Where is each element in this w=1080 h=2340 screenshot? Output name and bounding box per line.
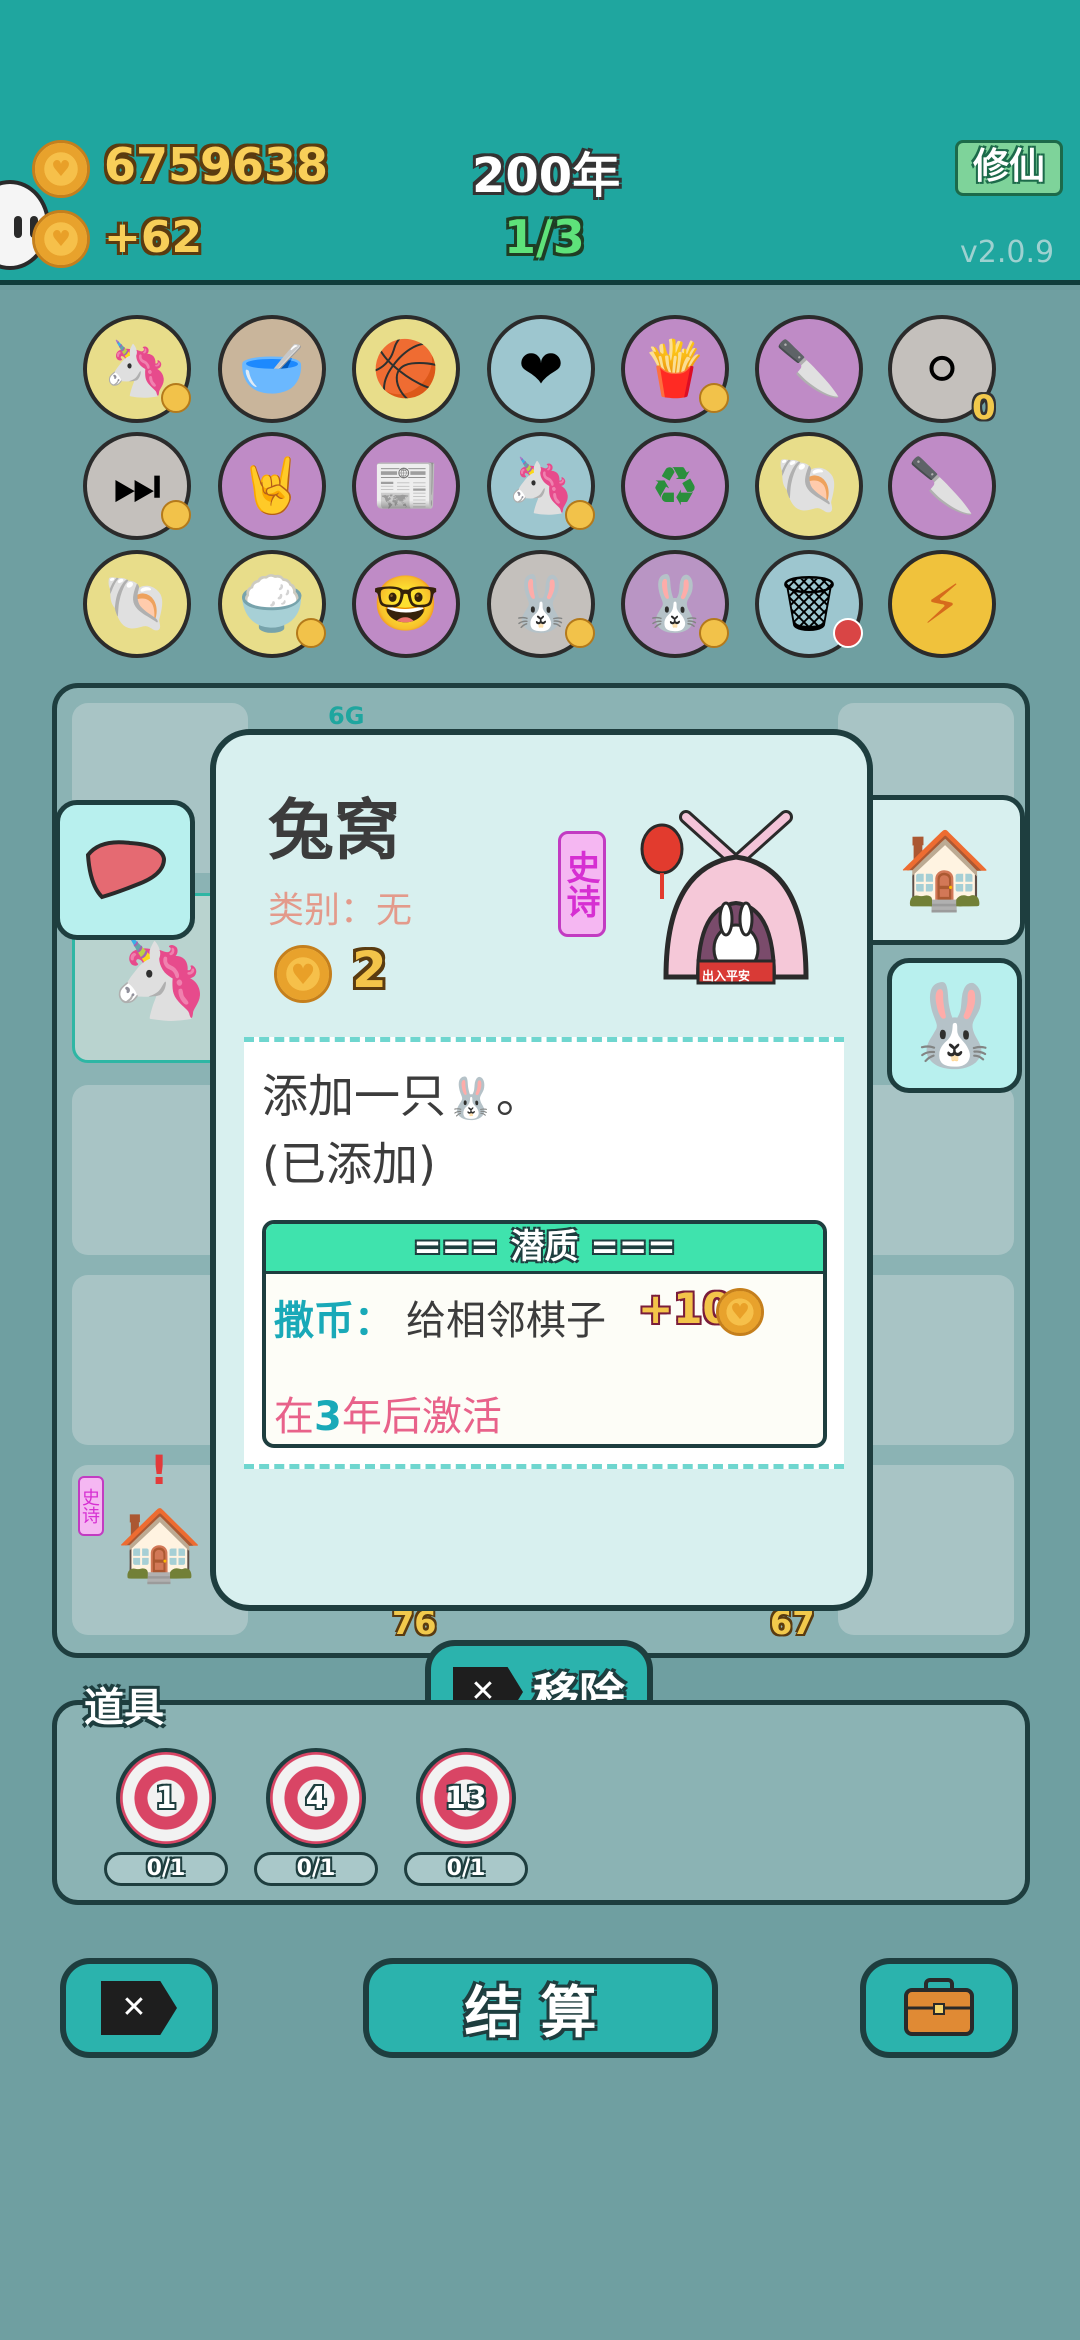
bunny-house-card[interactable]: 🏠 (870, 795, 1025, 945)
discard-button[interactable]: ✕ (60, 1958, 218, 2058)
item-description: 添加一只🐰。 (已添加) === 潜质 === 撒币： 给相邻棋子 +10 ♥ … (244, 1037, 844, 1469)
rock-hand-icon[interactable]: 🤘 (218, 432, 326, 540)
description-text: 添加一只 (262, 1069, 446, 1123)
cleaver-icon-2[interactable]: 🔪 (888, 432, 996, 540)
unicorn-icon[interactable]: 🦄 (83, 315, 191, 423)
props-title: 道具 (84, 1685, 164, 1731)
rarity-tag: 史诗 (558, 831, 606, 937)
description-period: 。 (495, 1069, 542, 1123)
shell-icon-2[interactable]: 🐚 (83, 550, 191, 658)
activation-years: 3 (314, 1394, 342, 1440)
bunny-house-illustration (640, 810, 809, 985)
board-epic-tag: 史诗 (78, 1476, 104, 1536)
item-cost: 2 (352, 941, 387, 999)
trait-description: 给相邻棋子 (406, 1298, 606, 1344)
settle-button[interactable]: 结算 (363, 1958, 718, 2058)
twin-unicorns-icon[interactable]: 🦄 (487, 432, 595, 540)
lightning-icon[interactable]: ⚡ (888, 550, 996, 658)
trash-bag-icon[interactable]: 🗑 (755, 550, 863, 658)
prop-count: 0/1 (104, 1852, 228, 1886)
description-line-1: 添加一只🐰。 (262, 1060, 542, 1126)
trait-name: 撒币： (274, 1298, 394, 1344)
coin-total: 6759638 (104, 138, 329, 192)
basketballs-icon[interactable]: 🏀 (352, 315, 460, 423)
potential-panel: === 潜质 === 撒币： 给相邻棋子 +10 ♥ 在3年后激活 (262, 1220, 827, 1448)
math-geek-icon[interactable]: 🤓 (352, 550, 460, 658)
activation-suffix: 年后激活 (341, 1394, 502, 1440)
prop-count: 0/1 (254, 1852, 378, 1886)
bunny-icon: 🐰 (904, 978, 1005, 1072)
time-magazine-icon[interactable]: 📰 (352, 432, 460, 540)
fries-icon[interactable]: 🍟 (621, 315, 729, 423)
bunny-house-icon[interactable]: 🏠 (110, 1490, 210, 1600)
prop-target-icon[interactable]: 13 (416, 1748, 516, 1848)
prop-count: 0/1 (404, 1852, 528, 1886)
settle-label: 结算 (464, 1980, 617, 2046)
coin-icon: ♥ (274, 945, 332, 1003)
income-value: +62 (104, 212, 203, 263)
version-label: v2.0.9 (960, 235, 1055, 270)
coin-icon: ♥ (32, 140, 90, 198)
rice-bowl-icon[interactable]: 🍚 (218, 550, 326, 658)
close-icon: ✕ (101, 1981, 177, 2035)
item-detail-modal: 兔窝 类别：无 ♥ 2 史诗 出入平安 添加一只🐰。 (已添加) === 潜质 … (210, 729, 873, 1611)
recycle-icon[interactable]: ♻ (621, 432, 729, 540)
xiuxian-button[interactable]: 修仙 (955, 140, 1063, 196)
briefcase-icon (904, 1978, 974, 2036)
prop-target-icon[interactable]: 4 (266, 1748, 366, 1848)
bunny-card[interactable]: 🐰 (887, 958, 1022, 1093)
year-counter: 200年 (472, 148, 621, 204)
bunny-house-icon: 🏠 (897, 825, 993, 914)
lantern-banner-text: 出入平安 (702, 969, 751, 983)
egg-tray-count: 0 (972, 388, 996, 428)
alert-icon: ! (150, 1448, 169, 1494)
potential-header: === 潜质 === (266, 1224, 823, 1274)
item-category: 类别：无 (268, 890, 413, 931)
cleaver-icon[interactable]: 🔪 (755, 315, 863, 423)
bunny-inline-icon: 🐰 (446, 1076, 496, 1122)
bunny-icon[interactable]: 🐰 (487, 550, 595, 658)
item-title: 兔窝 (268, 792, 400, 869)
activation-prefix: 在 (274, 1394, 314, 1440)
blood-bag-icon[interactable]: ❤ (487, 315, 595, 423)
round-progress: 1/3 (504, 210, 585, 264)
shell-icon[interactable]: 🐚 (755, 432, 863, 540)
dog-bowl-icon[interactable]: 🥣 (218, 315, 326, 423)
bunny-icon-2[interactable]: 🐰 (621, 550, 729, 658)
description-line-2: (已添加) (262, 1137, 436, 1191)
skip-icon[interactable]: ⏭ (83, 432, 191, 540)
liver-icon (85, 840, 167, 900)
prop-target-icon[interactable]: 1 (116, 1748, 216, 1848)
liver-card[interactable] (55, 800, 195, 940)
income-coin-icon: ♥ (32, 210, 90, 268)
inventory-button[interactable] (860, 1958, 1018, 2058)
coin-icon: ♥ (716, 1288, 764, 1336)
trait-activation: 在3年后激活 (274, 1384, 502, 1442)
board-tag-6g: 6G (328, 702, 365, 730)
